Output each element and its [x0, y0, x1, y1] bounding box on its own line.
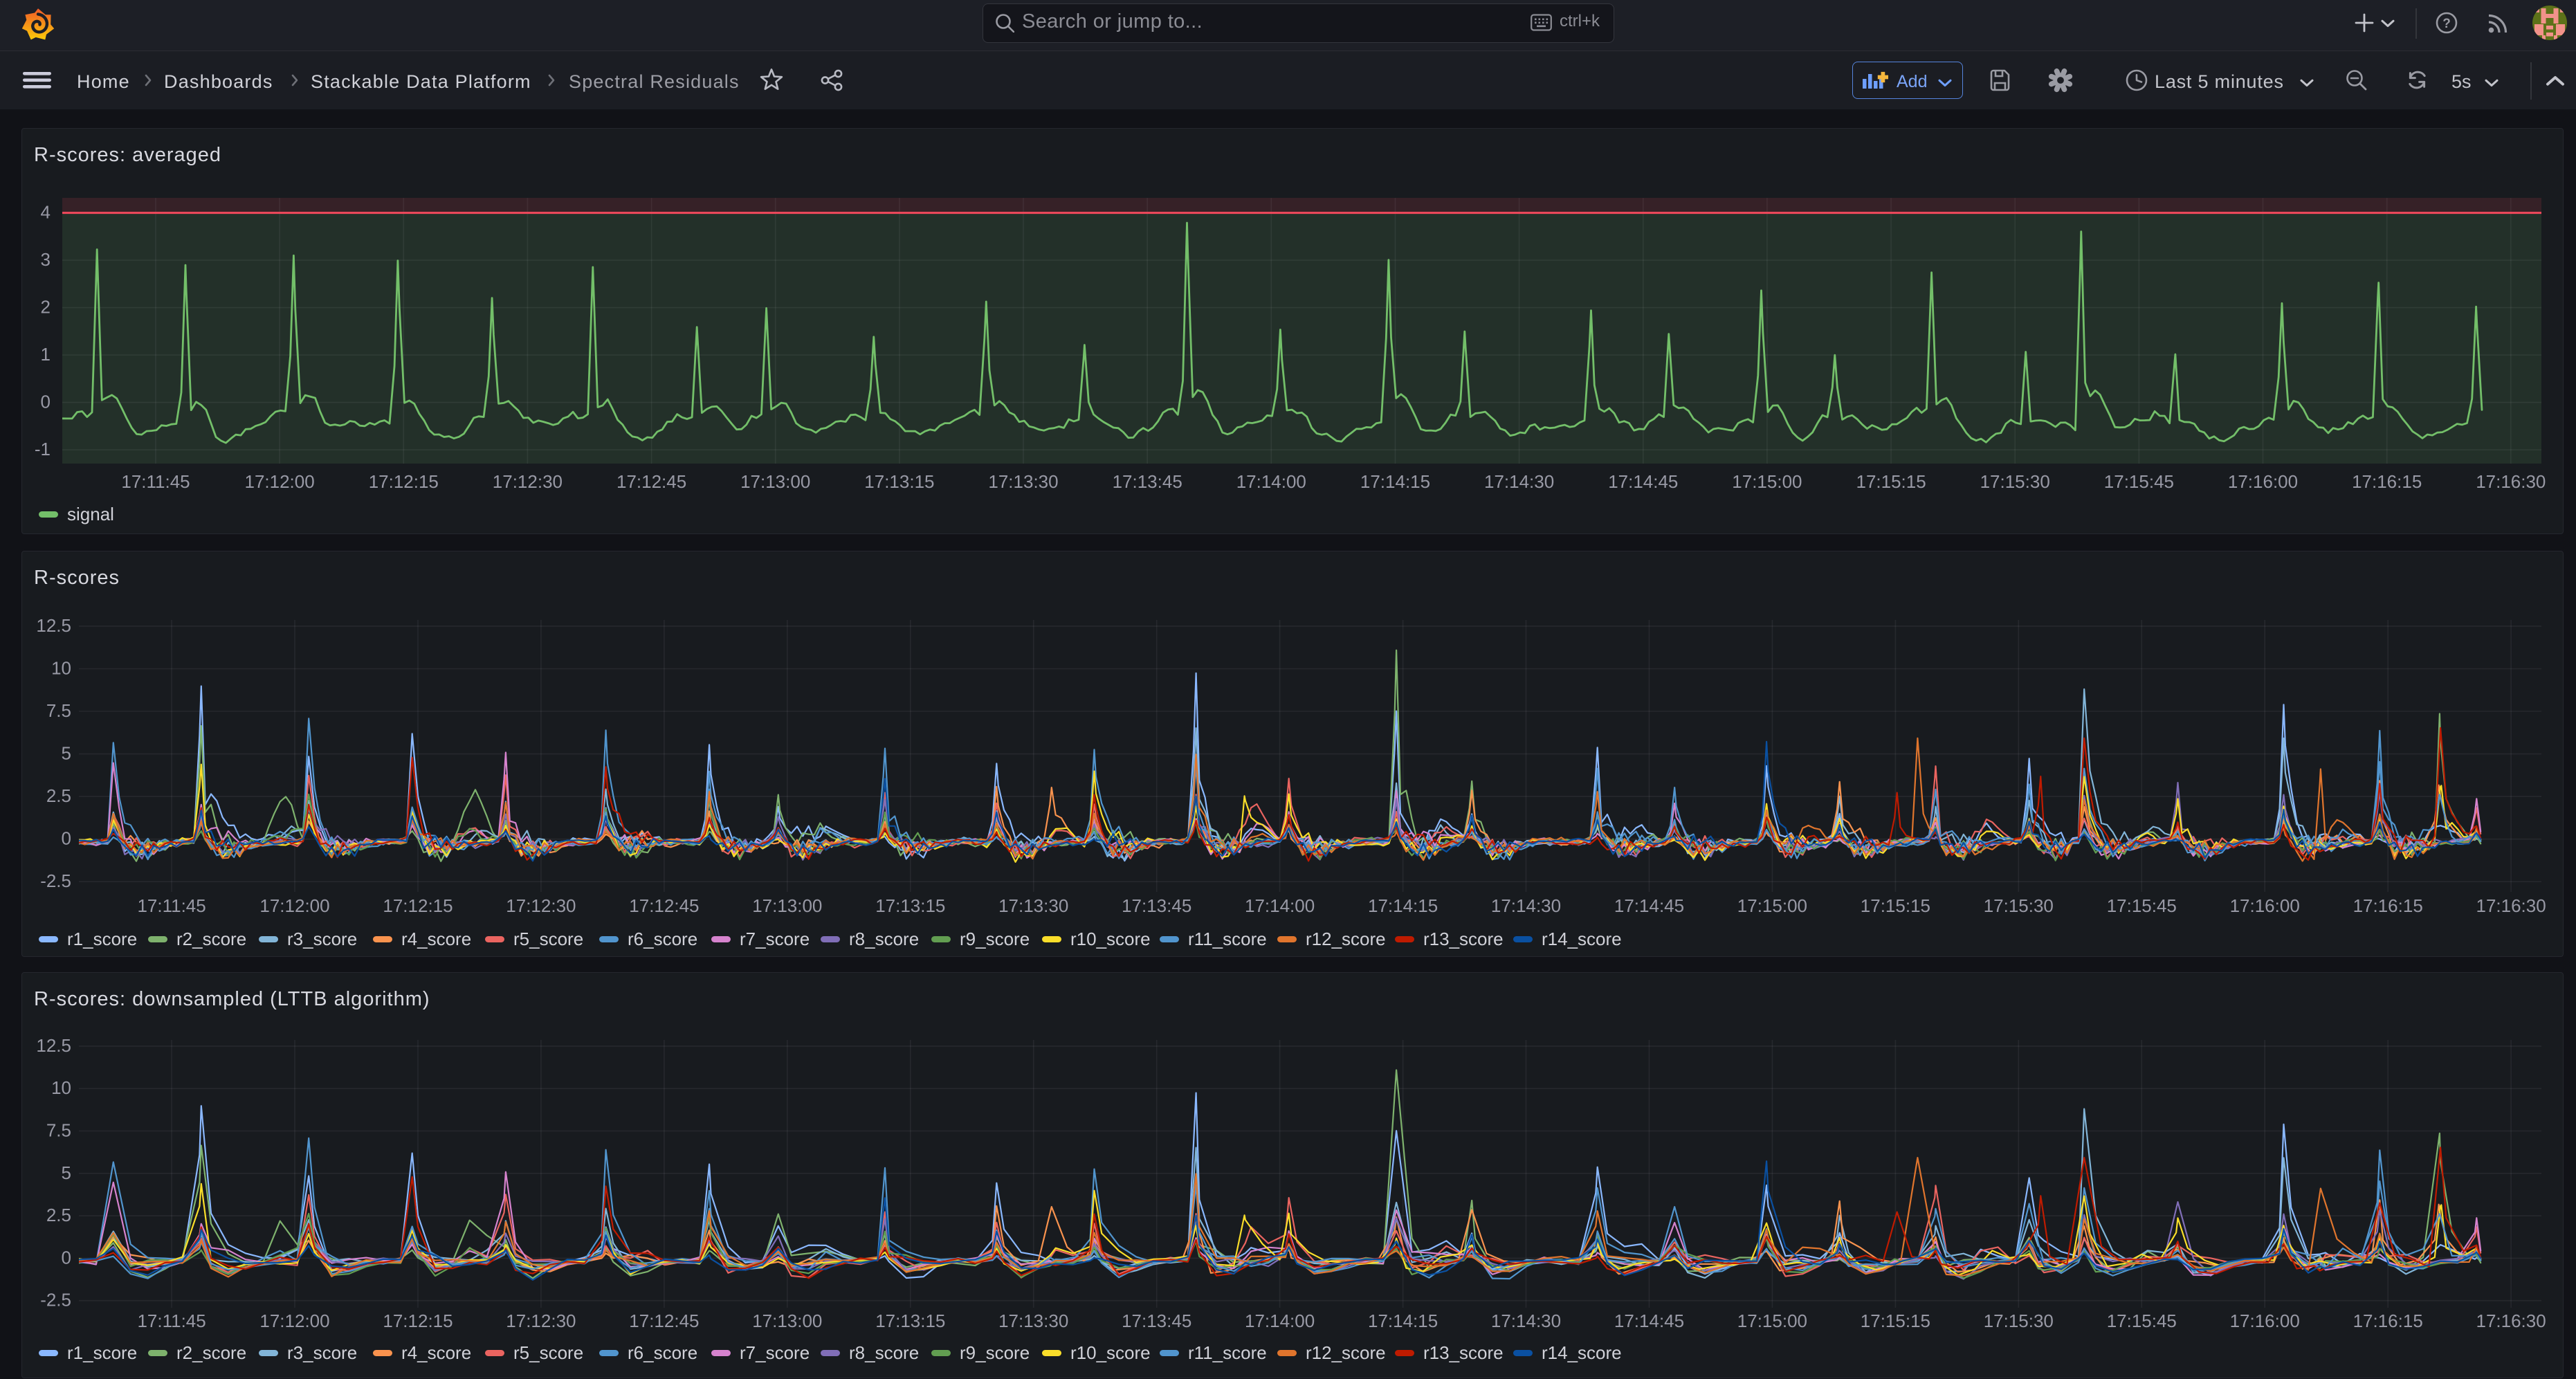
svg-text:17:16:15: 17:16:15 — [2353, 1310, 2423, 1331]
svg-text:17:12:45: 17:12:45 — [629, 895, 699, 916]
svg-text:17:14:15: 17:14:15 — [1360, 471, 1430, 492]
svg-text:17:15:15: 17:15:15 — [1856, 471, 1926, 492]
svg-text:17:15:30: 17:15:30 — [1984, 895, 2054, 916]
svg-text:17:16:30: 17:16:30 — [2476, 1310, 2546, 1331]
svg-text:5: 5 — [62, 743, 71, 764]
svg-text:12.5: 12.5 — [36, 1035, 71, 1056]
svg-text:17:11:45: 17:11:45 — [121, 471, 190, 492]
svg-text:17:13:30: 17:13:30 — [998, 1310, 1068, 1331]
svg-text:17:14:00: 17:14:00 — [1245, 1310, 1315, 1331]
svg-text:17:11:45: 17:11:45 — [137, 895, 205, 916]
svg-text:17:15:15: 17:15:15 — [1861, 895, 1930, 916]
svg-text:0: 0 — [62, 828, 71, 849]
svg-text:17:12:15: 17:12:15 — [369, 471, 439, 492]
svg-text:17:16:30: 17:16:30 — [2476, 471, 2546, 492]
svg-text:17:16:15: 17:16:15 — [2353, 895, 2423, 916]
svg-text:17:15:45: 17:15:45 — [2107, 1310, 2177, 1331]
svg-text:17:12:15: 17:12:15 — [383, 895, 453, 916]
svg-text:17:15:15: 17:15:15 — [1861, 1310, 1930, 1331]
svg-text:17:13:45: 17:13:45 — [1113, 471, 1182, 492]
svg-text:7.5: 7.5 — [46, 700, 71, 721]
svg-text:17:13:45: 17:13:45 — [1122, 895, 1191, 916]
svg-text:17:12:00: 17:12:00 — [244, 471, 314, 492]
svg-text:2.5: 2.5 — [46, 1205, 71, 1225]
svg-text:17:14:15: 17:14:15 — [1368, 895, 1438, 916]
svg-text:17:13:30: 17:13:30 — [998, 895, 1068, 916]
svg-text:4: 4 — [41, 202, 51, 223]
svg-text:17:13:15: 17:13:15 — [864, 471, 934, 492]
svg-text:17:13:00: 17:13:00 — [752, 1310, 822, 1331]
svg-text:17:13:45: 17:13:45 — [1122, 1310, 1191, 1331]
svg-text:17:14:45: 17:14:45 — [1608, 471, 1678, 492]
svg-text:17:15:45: 17:15:45 — [2107, 895, 2177, 916]
svg-text:17:12:30: 17:12:30 — [506, 1310, 576, 1331]
svg-text:7.5: 7.5 — [46, 1120, 71, 1141]
svg-text:2: 2 — [41, 297, 51, 318]
svg-text:17:16:00: 17:16:00 — [2230, 895, 2300, 916]
svg-text:17:15:30: 17:15:30 — [1980, 471, 2050, 492]
svg-text:17:16:15: 17:16:15 — [2352, 471, 2422, 492]
svg-text:3: 3 — [41, 249, 51, 270]
svg-text:17:12:45: 17:12:45 — [616, 471, 686, 492]
svg-text:17:15:30: 17:15:30 — [1984, 1310, 2054, 1331]
svg-text:1: 1 — [41, 344, 51, 365]
svg-text:17:13:15: 17:13:15 — [875, 1310, 945, 1331]
svg-text:2.5: 2.5 — [46, 785, 71, 806]
svg-text:17:14:30: 17:14:30 — [1491, 895, 1561, 916]
svg-text:17:14:45: 17:14:45 — [1614, 1310, 1684, 1331]
svg-text:12.5: 12.5 — [36, 615, 71, 636]
svg-text:17:12:00: 17:12:00 — [259, 1310, 329, 1331]
svg-text:17:14:30: 17:14:30 — [1491, 1310, 1561, 1331]
svg-text:17:12:15: 17:12:15 — [383, 1310, 453, 1331]
svg-text:10: 10 — [51, 658, 71, 679]
svg-text:17:14:15: 17:14:15 — [1368, 1310, 1438, 1331]
svg-text:17:15:00: 17:15:00 — [1737, 1310, 1807, 1331]
svg-text:17:13:00: 17:13:00 — [752, 895, 822, 916]
svg-text:17:12:30: 17:12:30 — [506, 895, 576, 916]
svg-text:17:16:30: 17:16:30 — [2476, 895, 2546, 916]
svg-text:17:14:00: 17:14:00 — [1245, 895, 1315, 916]
svg-text:17:15:45: 17:15:45 — [2104, 471, 2174, 492]
svg-text:17:15:00: 17:15:00 — [1737, 895, 1807, 916]
svg-text:0: 0 — [41, 392, 51, 412]
svg-text:5: 5 — [62, 1162, 71, 1183]
svg-text:10: 10 — [51, 1077, 71, 1098]
svg-text:17:14:45: 17:14:45 — [1614, 895, 1684, 916]
svg-text:-1: -1 — [35, 439, 51, 459]
svg-text:17:13:15: 17:13:15 — [875, 895, 945, 916]
svg-text:17:15:00: 17:15:00 — [1732, 471, 1802, 492]
svg-text:17:12:00: 17:12:00 — [259, 895, 329, 916]
svg-text:17:14:00: 17:14:00 — [1236, 471, 1306, 492]
svg-text:17:11:45: 17:11:45 — [137, 1310, 205, 1331]
svg-text:17:16:00: 17:16:00 — [2228, 471, 2298, 492]
svg-text:17:12:30: 17:12:30 — [493, 471, 563, 492]
svg-text:17:12:45: 17:12:45 — [629, 1310, 699, 1331]
svg-text:0: 0 — [62, 1247, 71, 1268]
svg-text:17:13:00: 17:13:00 — [740, 471, 810, 492]
svg-text:17:16:00: 17:16:00 — [2230, 1310, 2300, 1331]
svg-text:-2.5: -2.5 — [40, 870, 71, 891]
svg-text:17:13:30: 17:13:30 — [988, 471, 1058, 492]
svg-text:-2.5: -2.5 — [40, 1290, 71, 1310]
svg-text:?: ? — [2442, 17, 2451, 31]
svg-text:17:14:30: 17:14:30 — [1484, 471, 1554, 492]
